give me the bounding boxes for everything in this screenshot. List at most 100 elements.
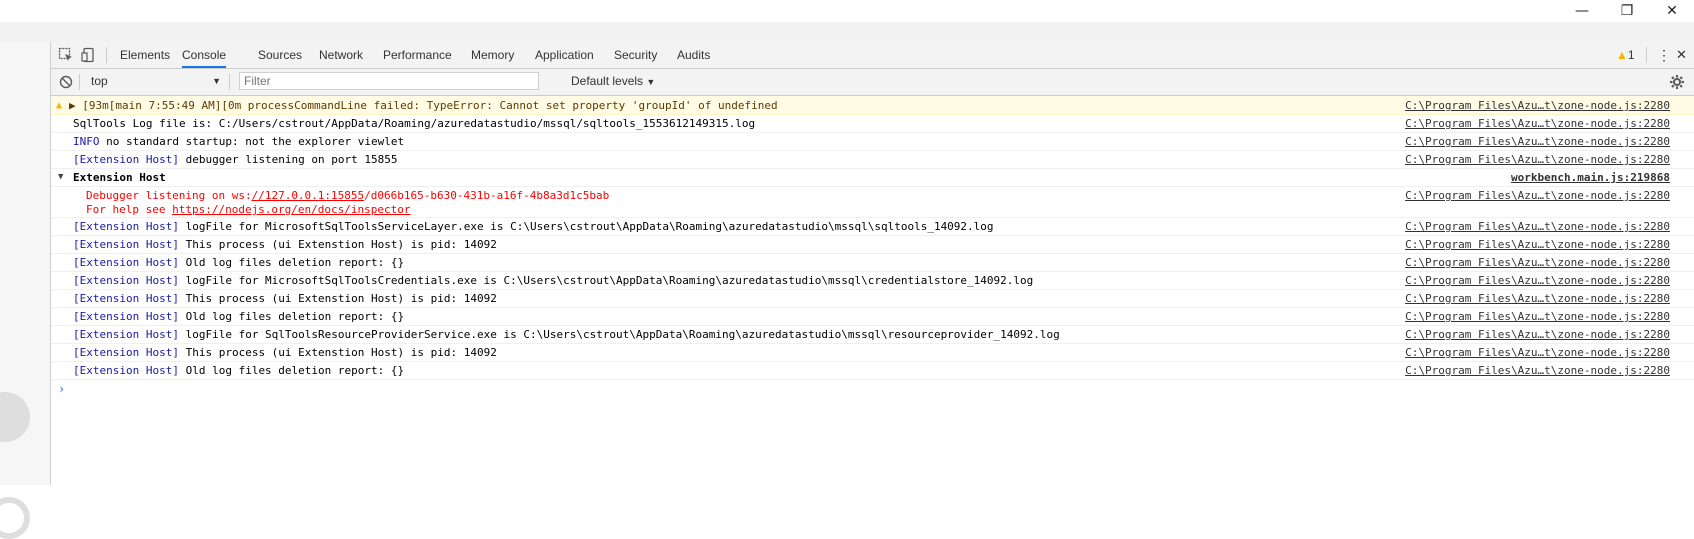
- source-link[interactable]: C:\Program Files\Azu…t\zone-node.js:2280: [1405, 290, 1670, 307]
- message-text: logFile for MicrosoftSqlToolsServiceLaye…: [179, 220, 994, 233]
- console-message: [Extension Host] debugger listening on p…: [51, 151, 1694, 169]
- chevron-down-icon: ▼: [646, 77, 655, 87]
- console-group-message: Debugger listening on ws://127.0.0.1:158…: [51, 187, 1694, 218]
- source-link[interactable]: C:\Program Files\Azu…t\zone-node.js:2280: [1405, 308, 1670, 325]
- tab-performance[interactable]: Performance: [383, 42, 452, 68]
- log-levels-dropdown[interactable]: Default levels ▼: [571, 72, 655, 91]
- tabbar-separator-right: [1646, 47, 1647, 63]
- minimize-button[interactable]: —: [1562, 0, 1602, 22]
- context-value: top: [91, 74, 108, 88]
- source-link[interactable]: C:\Program Files\Azu…t\zone-node.js:2280: [1405, 151, 1670, 168]
- log-prefix: [Extension Host]: [73, 310, 179, 323]
- filter-input[interactable]: [239, 72, 539, 90]
- devtools-tabbar: Elements Console Sources Network Perform…: [51, 42, 1694, 69]
- app-left-pane: [0, 42, 51, 485]
- expand-triangle-icon[interactable]: ▼: [58, 169, 63, 186]
- tab-sources[interactable]: Sources: [258, 42, 302, 68]
- message-text: logFile for MicrosoftSqlToolsCredentials…: [179, 274, 1033, 287]
- source-link[interactable]: C:\Program Files\Azu…t\zone-node.js:2280: [1405, 362, 1670, 379]
- log-prefix: INFO: [73, 135, 100, 148]
- source-link[interactable]: C:\Program Files\Azu…t\zone-node.js:2280: [1405, 236, 1670, 253]
- background-gear-icon: [0, 497, 30, 539]
- console-message: [Extension Host] Old log files deletion …: [51, 362, 1694, 380]
- console-message: [Extension Host] Old log files deletion …: [51, 308, 1694, 326]
- message-text: This process (ui Extenstion Host) is pid…: [179, 292, 497, 305]
- console-message: [Extension Host] logFile for MicrosoftSq…: [51, 272, 1694, 290]
- restore-button[interactable]: ❐: [1607, 0, 1647, 22]
- message-text: no standard startup: not the explorer vi…: [100, 135, 405, 148]
- warning-count: 1: [1628, 48, 1635, 62]
- console-message: [Extension Host] This process (ui Extens…: [51, 236, 1694, 254]
- tab-network[interactable]: Network: [319, 42, 363, 68]
- toolbar-separator: [79, 74, 80, 90]
- warning-icon: ▲: [1616, 48, 1628, 62]
- tab-console[interactable]: Console: [182, 42, 226, 68]
- device-toggle-icon[interactable]: [80, 46, 98, 64]
- source-link[interactable]: C:\Program Files\Azu…t\zone-node.js:2280: [1405, 254, 1670, 271]
- message-text: Old log files deletion report: {}: [179, 256, 404, 269]
- clear-console-icon[interactable]: [57, 73, 75, 91]
- source-link[interactable]: C:\Program Files\Azu…t\zone-node.js:2280: [1405, 218, 1670, 235]
- message-text: logFile for SqlToolsResourceProviderServ…: [179, 328, 1060, 341]
- tab-security[interactable]: Security: [614, 42, 657, 68]
- debugger-ws-link[interactable]: //127.0.0.1:15855: [252, 189, 365, 202]
- message-text: This process (ui Extenstion Host) is pid…: [179, 238, 497, 251]
- console-message: [Extension Host] This process (ui Extens…: [51, 344, 1694, 362]
- console-message: [Extension Host] This process (ui Extens…: [51, 290, 1694, 308]
- message-text: Old log files deletion report: {}: [179, 364, 404, 377]
- window-titlebar: — ❐ ✕: [0, 0, 1694, 22]
- close-window-button[interactable]: ✕: [1652, 0, 1692, 22]
- group-title: Extension Host: [73, 169, 166, 186]
- gear-icon[interactable]: [1668, 73, 1686, 91]
- console-output: ▲ ▶ [93m[main 7:55:49 AM][0m processCo…: [51, 96, 1694, 485]
- console-message: [Extension Host] logFile for MicrosoftSq…: [51, 218, 1694, 236]
- source-link[interactable]: workbench.main.js:219868: [1511, 169, 1670, 186]
- tabbar-separator: [106, 47, 107, 63]
- tab-application[interactable]: Application: [535, 42, 594, 68]
- source-link[interactable]: C:\Program Files\Azu…t\zone-node.js:2280: [1405, 326, 1670, 343]
- console-toolbar: top ▼ Default levels ▼: [51, 69, 1694, 96]
- log-levels-label: Default levels: [571, 74, 643, 88]
- log-prefix: [Extension Host]: [73, 346, 179, 359]
- tab-elements[interactable]: Elements: [120, 42, 170, 68]
- console-message: INFO no standard startup: not the explor…: [51, 133, 1694, 151]
- console-message: SqlTools Log file is: C:/Users/cstrout/A…: [51, 115, 1694, 133]
- more-options-button[interactable]: ⋮: [1657, 42, 1671, 68]
- source-link[interactable]: C:\Program Files\Azu…t\zone-node.js:2280: [1405, 272, 1670, 289]
- message-text: debugger listening on port 15855: [179, 153, 398, 166]
- message-text: This process (ui Extenstion Host) is pid…: [179, 346, 497, 359]
- debugger-line-1: Debugger listening on ws://127.0.0.1:158…: [86, 189, 609, 203]
- source-link[interactable]: C:\Program Files\Azu…t\zone-node.js:2280: [1405, 189, 1670, 203]
- tab-memory[interactable]: Memory: [471, 42, 514, 68]
- console-message: [Extension Host] logFile for SqlToolsRes…: [51, 326, 1694, 344]
- log-prefix: [Extension Host]: [73, 220, 179, 233]
- context-selector[interactable]: top ▼: [91, 72, 221, 91]
- log-prefix: [Extension Host]: [73, 274, 179, 287]
- source-link[interactable]: C:\Program Files\Azu…t\zone-node.js:2280: [1405, 115, 1670, 132]
- message-text[interactable]: ▶ [93m[main 7:55:49 AM][0m processComm…: [69, 96, 778, 115]
- app-header-band: [0, 22, 1694, 42]
- source-link[interactable]: C:\Program Files\Azu…t\zone-node.js:2280: [1405, 133, 1670, 150]
- chevron-down-icon: ▼: [212, 72, 221, 91]
- log-prefix: [Extension Host]: [73, 328, 179, 341]
- log-prefix: [Extension Host]: [73, 292, 179, 305]
- inspect-icon[interactable]: [57, 46, 75, 64]
- console-prompt[interactable]: ›: [58, 382, 65, 396]
- toolbar-separator-2: [229, 74, 230, 90]
- debugger-line-2: For help see https://nodejs.org/en/docs/…: [86, 203, 411, 217]
- log-prefix: [Extension Host]: [73, 153, 179, 166]
- console-message-warning: ▲ ▶ [93m[main 7:55:49 AM][0m processCo…: [51, 96, 1694, 115]
- tab-audits[interactable]: Audits: [677, 42, 710, 68]
- close-devtools-button[interactable]: ✕: [1676, 42, 1687, 68]
- warning-count-badge[interactable]: ▲1: [1616, 47, 1635, 63]
- warning-icon: ▲: [56, 96, 62, 115]
- log-prefix: [Extension Host]: [73, 364, 179, 377]
- inspector-docs-link[interactable]: https://nodejs.org/en/docs/inspector: [172, 203, 410, 216]
- message-text: SqlTools Log file is: C:/Users/cstrout/A…: [73, 115, 755, 132]
- source-link[interactable]: C:\Program Files\Azu…t\zone-node.js:2280: [1405, 344, 1670, 361]
- message-text: Old log files deletion report: {}: [179, 310, 404, 323]
- devtools-panel: Elements Console Sources Network Perform…: [51, 42, 1694, 485]
- log-prefix: [Extension Host]: [73, 238, 179, 251]
- console-group-header[interactable]: ▼ Extension Host workbench.main.js:21986…: [51, 169, 1694, 187]
- source-link[interactable]: C:\Program Files\Azu…t\zone-node.js:2280: [1405, 96, 1670, 115]
